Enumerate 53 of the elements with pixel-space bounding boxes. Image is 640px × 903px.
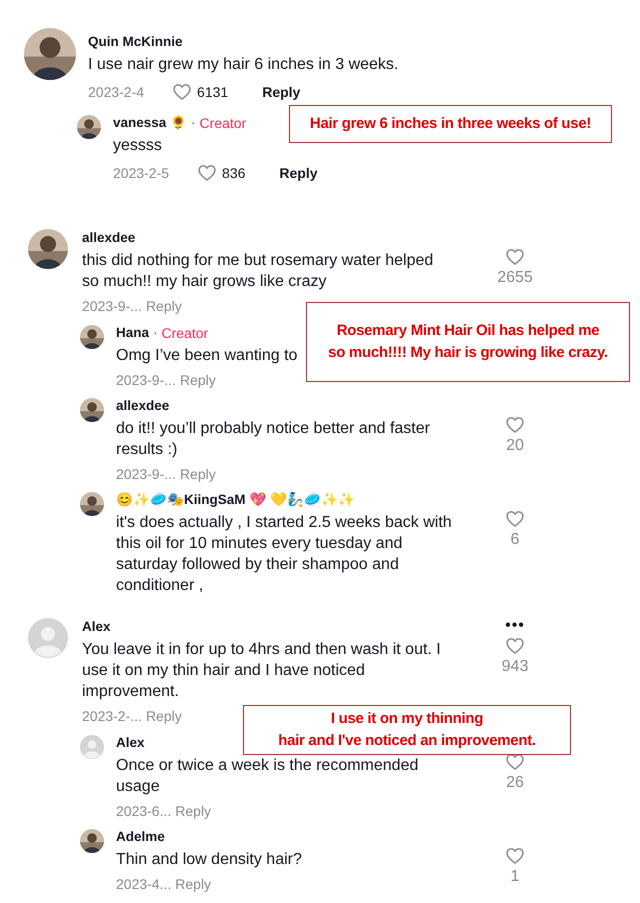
heart-icon[interactable] — [505, 247, 525, 267]
heart-icon[interactable] — [505, 509, 525, 529]
callout-text: I use it on my thinning — [330, 709, 484, 729]
username[interactable]: Hana — [116, 324, 150, 342]
username[interactable]: Alex — [82, 618, 111, 636]
comment-text: You leave it in for up to 4hrs and then wash it out. I use it on my thin hair and I have noticed improvement. — [82, 640, 442, 702]
heart-icon[interactable] — [505, 636, 525, 656]
like-count: 20 — [506, 436, 524, 456]
comment-text: Thin and low density hair? — [116, 850, 302, 870]
like-count: 6 — [510, 530, 520, 550]
comment-text: this did nothing for me but rosemary water helped so much!! my hair grows like crazy — [82, 251, 434, 292]
like-count: 6131 — [197, 83, 228, 101]
username[interactable]: Alex — [116, 734, 145, 752]
username[interactable]: Adelme — [116, 828, 165, 846]
heart-icon[interactable] — [172, 82, 192, 102]
comment-text: yessss — [113, 136, 162, 156]
like-count: 2655 — [497, 268, 533, 288]
heart-icon[interactable] — [197, 163, 218, 183]
callout-text: Hair grew 6 inches in three weeks of use! — [310, 114, 592, 134]
comment-text: Once or twice a week is the recommended usage — [116, 756, 420, 797]
comment-date: 2023-9-... — [82, 297, 142, 315]
comment-date: 2023-9-... — [116, 465, 176, 483]
heart-icon[interactable] — [505, 415, 525, 435]
comment-date: 2023-2-5 — [113, 164, 170, 182]
callout-text: Rosemary Mint Hair Oil has helped me — [336, 321, 600, 341]
heart-icon[interactable] — [505, 752, 525, 772]
username[interactable]: vanessa 🌻 — [113, 114, 188, 132]
separator-dot: · — [153, 324, 158, 342]
username[interactable]: allexdee — [82, 229, 136, 247]
reply-button[interactable]: Reply — [262, 83, 300, 101]
callout-text: hair and I've noticed an improvement. — [278, 731, 536, 751]
creator-label: Creator — [200, 114, 246, 132]
creator-label: Creator — [162, 324, 208, 342]
comment-date: 2023-2-4 — [88, 83, 144, 101]
comment-text: it's does actually , I started 2.5 weeks back with this oil for 10 minutes every tuesday and saturday followed by their shampoo and conditioner , — [116, 513, 453, 596]
callout-text: so much!!!! My hair is growing like crazy. — [328, 343, 608, 363]
comment-text: Omg I’ve been wanting to — [116, 346, 298, 366]
reply-button[interactable]: Reply — [279, 164, 318, 182]
like-count: 1 — [510, 867, 520, 887]
username[interactable]: allexdee — [116, 397, 170, 415]
like-count: 943 — [502, 657, 528, 677]
comment-date: 2023-2-... — [82, 707, 142, 725]
comment-text: do it!! you’ll probably notice better and faster results :) — [116, 419, 431, 460]
username[interactable]: Quin McKinnie — [88, 33, 182, 51]
comment-text: I use nair grew my hair 6 inches in 3 weeks. — [88, 55, 398, 75]
heart-icon[interactable] — [505, 846, 525, 866]
like-count: 836 — [222, 164, 246, 182]
like-count: 26 — [506, 773, 524, 793]
comment-date: 2023-9-... — [116, 371, 176, 389]
comment-date: 2023-4... — [116, 875, 172, 893]
separator-dot: · — [191, 114, 196, 132]
more-options-button[interactable]: ••• — [505, 618, 525, 634]
comment-date: 2023-6... — [116, 802, 172, 820]
